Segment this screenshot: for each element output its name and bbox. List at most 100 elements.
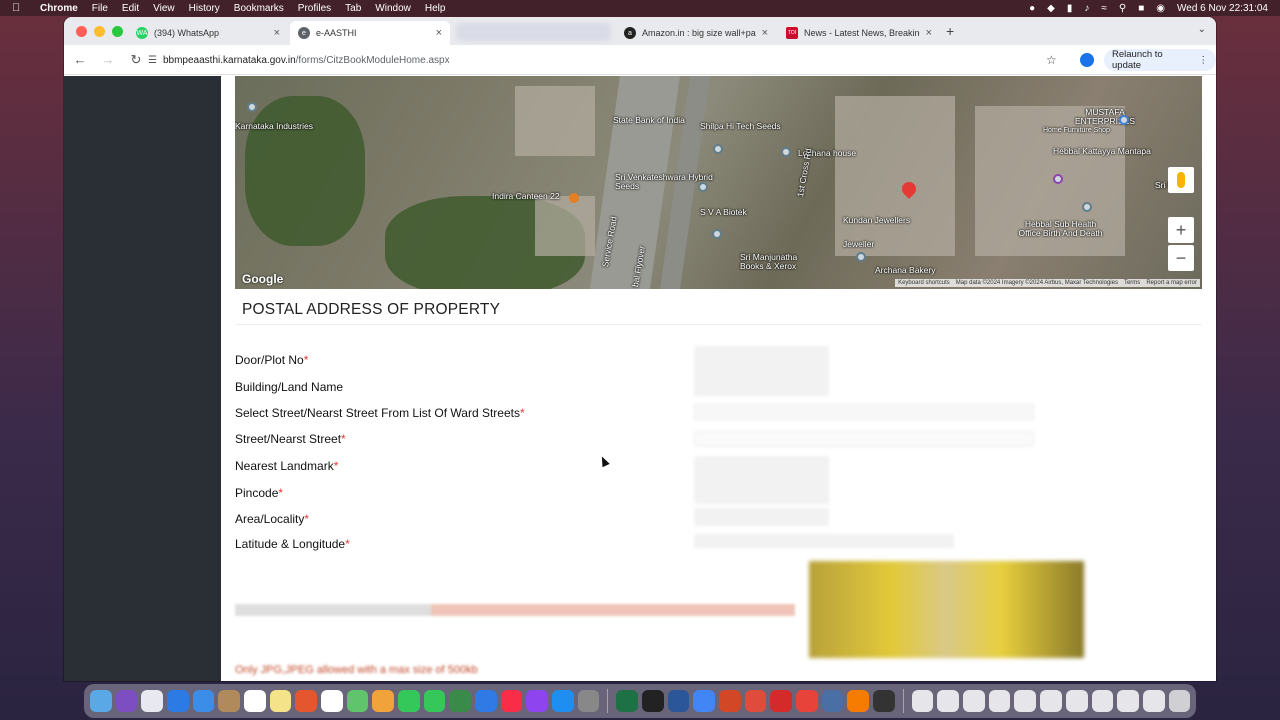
zoom-window-button[interactable] <box>112 26 123 37</box>
new-tab-icon[interactable]: + <box>946 23 954 39</box>
map-pin-icon[interactable] <box>698 182 708 192</box>
menu-edit[interactable]: Edit <box>122 3 139 14</box>
mail-icon[interactable] <box>192 690 215 712</box>
street-input[interactable] <box>694 431 1034 447</box>
document-icon[interactable] <box>1040 690 1062 712</box>
status-icon-1[interactable]: ● <box>1029 3 1035 14</box>
door-plot-input[interactable] <box>694 346 829 396</box>
tab-e-aasthi[interactable]: e e-AASTHI × <box>290 21 450 45</box>
trash-icon[interactable] <box>1168 690 1191 712</box>
photos-icon[interactable] <box>372 690 395 712</box>
music-icon[interactable] <box>500 690 523 712</box>
activity-monitor-icon[interactable] <box>873 690 895 712</box>
site-settings-icon[interactable]: ☰ <box>148 55 157 66</box>
notes-icon[interactable] <box>269 690 292 712</box>
zoom-out-button[interactable]: − <box>1168 245 1194 271</box>
document-icon[interactable] <box>1014 690 1037 712</box>
menu-profiles[interactable]: Profiles <box>298 3 331 14</box>
document-icon[interactable] <box>937 690 960 712</box>
reload-icon[interactable]: ↻ <box>124 52 148 68</box>
tab-news[interactable]: TOI News - Latest News, Breaking × <box>778 21 940 45</box>
control-center-icon[interactable]: ■ <box>1138 3 1144 14</box>
close-tab-icon[interactable]: × <box>762 27 768 39</box>
menubar-clock[interactable]: Wed 6 Nov 22:31:04 <box>1177 3 1268 14</box>
tab-amazon[interactable]: a Amazon.in : big size wall+pai × <box>616 21 776 45</box>
menu-tab[interactable]: Tab <box>345 3 361 14</box>
firefox-icon[interactable] <box>847 690 870 712</box>
relaunch-button[interactable]: Relaunch to update ⋮ <box>1104 49 1216 71</box>
siri-app-icon[interactable] <box>115 690 138 712</box>
photo-upload-row[interactable] <box>235 604 795 616</box>
volume-icon[interactable]: ♪ <box>1084 3 1089 14</box>
acrobat-icon[interactable] <box>770 690 793 712</box>
profile-avatar[interactable] <box>1080 53 1094 67</box>
minimize-window-button[interactable] <box>94 26 105 37</box>
podcasts-icon[interactable] <box>526 690 549 712</box>
document-icon[interactable] <box>988 690 1011 712</box>
search-icon[interactable]: ⚲ <box>1119 3 1126 14</box>
map-pin-icon[interactable] <box>713 144 723 154</box>
menu-file[interactable]: File <box>92 3 108 14</box>
close-tab-icon[interactable]: × <box>436 27 442 39</box>
document-icon[interactable] <box>1117 690 1139 712</box>
settings-icon[interactable] <box>577 690 600 712</box>
calendar-icon[interactable] <box>244 690 266 712</box>
close-tab-icon[interactable]: × <box>926 27 932 39</box>
freeform-icon[interactable] <box>295 690 318 712</box>
forward-icon[interactable]: → <box>96 52 120 67</box>
terminal-icon[interactable] <box>642 690 664 712</box>
messages-icon[interactable] <box>398 690 420 712</box>
app-icon[interactable] <box>796 690 818 712</box>
keynote-icon[interactable] <box>475 690 497 712</box>
landmark-input[interactable] <box>694 456 829 504</box>
app-icon[interactable] <box>821 690 844 712</box>
facetime-icon[interactable] <box>423 690 446 712</box>
chevron-down-icon[interactable]: ⌄ <box>1198 24 1206 35</box>
report-error-link[interactable]: Report a map error <box>1146 280 1197 286</box>
powerpoint-icon[interactable] <box>719 690 741 712</box>
select-street-dropdown[interactable] <box>694 404 1034 420</box>
battery-icon[interactable]: ▮ <box>1067 3 1073 14</box>
numbers-icon[interactable] <box>449 690 472 712</box>
area-input[interactable] <box>694 508 829 526</box>
contacts-icon[interactable] <box>218 690 241 712</box>
menu-window[interactable]: Window <box>375 3 411 14</box>
back-icon[interactable]: ← <box>68 52 92 67</box>
map-pin-icon[interactable] <box>1053 174 1063 184</box>
close-window-button[interactable] <box>76 26 87 37</box>
address-bar[interactable]: ☰ bbmpeaasthi.karnataka.gov.in /forms/Ci… <box>148 49 1068 71</box>
document-icon[interactable] <box>963 690 985 712</box>
menu-view[interactable]: View <box>153 3 175 14</box>
excel-icon[interactable] <box>616 690 639 712</box>
map-pin-icon[interactable] <box>1119 115 1129 125</box>
tab-whatsapp[interactable]: WA (394) WhatsApp × <box>128 21 288 45</box>
zoom-in-button[interactable]: + <box>1168 217 1194 243</box>
word-icon[interactable] <box>667 690 690 712</box>
blurred-tab[interactable] <box>456 23 611 41</box>
menu-history[interactable]: History <box>189 3 220 14</box>
street-view-pegman-icon[interactable] <box>1168 167 1194 193</box>
map-pin-icon[interactable] <box>712 229 722 239</box>
document-icon[interactable] <box>1065 690 1088 712</box>
more-icon[interactable]: ⋮ <box>1199 55 1209 66</box>
launchpad-icon[interactable] <box>141 690 164 712</box>
map-view[interactable]: Karnataka Industries State Bank of India… <box>235 76 1202 289</box>
safari-icon[interactable] <box>167 690 189 712</box>
menu-bookmarks[interactable]: Bookmarks <box>234 3 284 14</box>
apple-icon[interactable]:  <box>12 2 26 14</box>
keyboard-shortcuts-link[interactable]: Keyboard shortcuts <box>898 280 950 286</box>
map-pin-icon[interactable] <box>856 252 866 262</box>
siri-icon[interactable]: ◉ <box>1156 3 1165 14</box>
map-pin-icon[interactable] <box>1082 202 1092 212</box>
menu-help[interactable]: Help <box>425 3 446 14</box>
shield-icon[interactable]: ◆ <box>1047 3 1055 14</box>
document-icon[interactable] <box>1091 690 1114 712</box>
finder-icon[interactable] <box>90 690 112 712</box>
chrome-icon[interactable] <box>693 690 716 712</box>
map-pin-icon[interactable] <box>247 102 257 112</box>
app-icon[interactable] <box>744 690 767 712</box>
app-store-icon[interactable] <box>552 690 574 712</box>
reminders-icon[interactable] <box>321 690 343 712</box>
wifi-icon[interactable]: ≈ <box>1101 3 1107 14</box>
terms-link[interactable]: Terms <box>1124 280 1140 286</box>
